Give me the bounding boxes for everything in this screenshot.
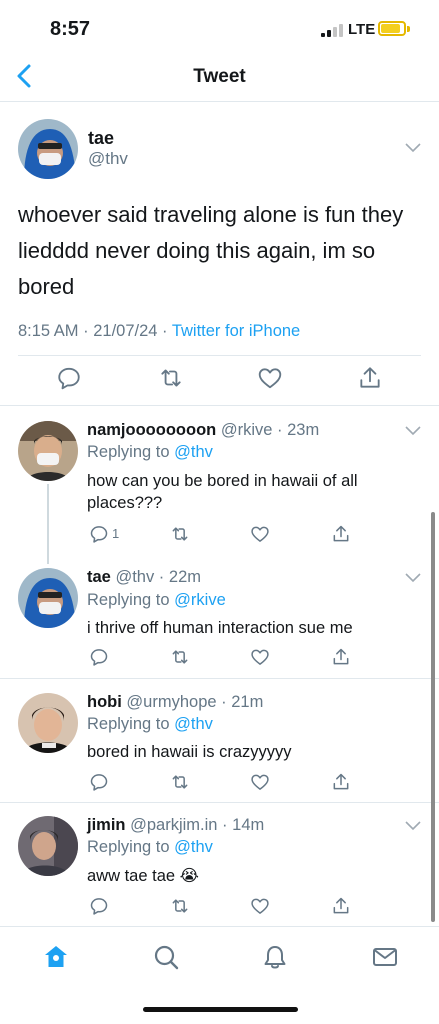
tweet-date: 21/07/24 [93,322,158,340]
reply-actions: 1 [0,524,439,548]
thread-line [47,484,49,564]
like-icon[interactable] [257,365,283,391]
replying-to: Replying to @thv [87,715,213,733]
reply-count: 1 [112,526,120,541]
reply-icon[interactable] [89,772,109,792]
like-icon[interactable] [250,524,270,544]
avatar[interactable] [18,119,78,179]
author-handle[interactable]: @parkjim.in [130,816,217,834]
reply-text: how can you be bored in hawaii of all pl… [87,472,358,512]
like-icon[interactable] [250,647,270,667]
tweet-actions [0,365,439,395]
reply-tweet[interactable]: namjoooooooon @rkive · 23m Replying to @… [0,407,439,550]
author-handle[interactable]: @thv [115,568,154,586]
chevron-down-icon[interactable] [405,573,421,583]
replying-to-handle[interactable]: @rkive [174,591,226,609]
author-handle[interactable]: @rkive [221,421,273,439]
share-icon[interactable] [357,365,383,391]
author-name[interactable]: hobi [87,693,122,711]
tweet-time: 8:15 AM [18,322,79,340]
tweet-text: whoever said traveling alone is fun they… [18,202,404,299]
reply-tweet[interactable]: tae @thv · 22m Replying to @rkive i thri… [0,554,439,679]
reply-actions [0,647,439,671]
author-name[interactable]: namjoooooooon [87,421,216,439]
battery-cap [407,26,410,32]
chevron-down-icon[interactable] [405,821,421,831]
home-icon[interactable] [42,943,70,971]
signal-icon [321,24,343,37]
author-name[interactable]: jimin [87,816,126,834]
battery-icon [378,21,406,36]
search-icon[interactable] [152,943,180,971]
reply-text: aww tae tae 😭 [87,867,199,885]
avatar[interactable] [18,816,78,876]
reply-header: jimin @parkjim.in · 14m [87,816,265,834]
reply-header: hobi @urmyhope · 21m [87,693,264,711]
reply-text: bored in hawaii is crazyyyyy [87,743,292,761]
replying-to-handle[interactable]: @thv [174,838,213,856]
retweet-icon[interactable] [170,772,190,792]
reply-icon[interactable] [89,524,109,544]
divider [18,355,421,356]
retweet-icon[interactable] [158,365,184,391]
share-icon[interactable] [331,772,351,792]
reply-time: 23m [287,421,320,439]
share-icon[interactable] [331,524,351,544]
replying-to: Replying to @rkive [87,591,226,609]
author-name[interactable]: tae [88,128,114,149]
home-indicator [143,1007,298,1012]
avatar[interactable] [18,568,78,628]
retweet-icon[interactable] [170,524,190,544]
reply-tweet[interactable]: hobi @urmyhope · 21m Replying to @thv bo… [0,679,439,803]
reply-header: tae @thv · 22m [87,568,201,586]
messages-icon[interactable] [371,943,399,971]
notifications-icon[interactable] [261,943,289,971]
like-icon[interactable] [250,896,270,916]
replying-to: Replying to @thv [87,838,213,856]
retweet-icon[interactable] [170,647,190,667]
scrollbar[interactable] [431,512,435,922]
network-label: LTE [348,21,376,38]
share-icon[interactable] [331,896,351,916]
status-time: 8:57 [50,18,91,40]
reply-time: 21m [231,693,264,711]
replying-to-handle[interactable]: @thv [174,443,213,461]
replying-to: Replying to @thv [87,443,213,461]
nav-bar: Tweet [0,52,439,102]
main-tweet: tae @thv whoever said traveling alone is… [0,103,439,406]
avatar[interactable] [18,693,78,753]
reply-time: 22m [168,568,201,586]
chevron-down-icon[interactable] [405,426,421,436]
author-handle[interactable]: @thv [88,149,128,169]
author-name[interactable]: tae [87,568,111,586]
author-handle[interactable]: @urmyhope [126,693,216,711]
reply-header: namjoooooooon @rkive · 23m [87,421,320,439]
page-title: Tweet [193,66,246,87]
reply-icon[interactable] [89,896,109,916]
status-bar: 8:57 LTE [0,0,439,52]
retweet-icon[interactable] [170,896,190,916]
reply-text: i thrive off human interaction sue me [87,619,353,637]
avatar[interactable] [18,421,78,481]
reply-icon[interactable] [89,647,109,667]
share-icon[interactable] [331,647,351,667]
tweet-meta: 8:15 AM · 21/07/24 · Twitter for iPhone [18,322,301,340]
chevron-down-icon[interactable] [405,143,421,153]
reply-time: 14m [232,816,265,834]
tweet-source[interactable]: Twitter for iPhone [172,322,300,340]
like-icon[interactable] [250,772,270,792]
reply-tweet[interactable]: jimin @parkjim.in · 14m Replying to @thv… [0,803,439,925]
reply-icon[interactable] [56,365,82,391]
reply-actions [0,896,439,920]
reply-actions [0,772,439,796]
replying-to-handle[interactable]: @thv [174,715,213,733]
